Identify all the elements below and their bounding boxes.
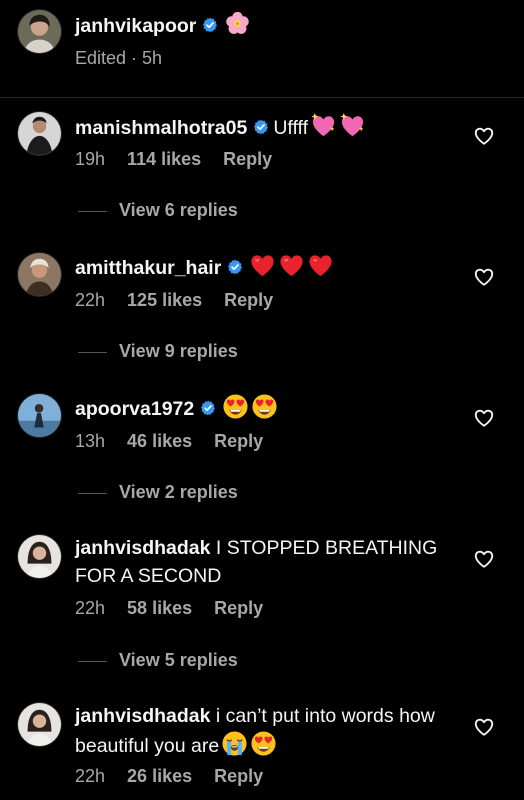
avatar-photo-icon <box>18 253 61 296</box>
red-heart-icon <box>249 252 276 279</box>
likes-count[interactable]: 46 likes <box>127 431 192 452</box>
comment-meta: 22h 58 likes Reply <box>75 598 285 619</box>
comment-text: manishmalhotra05 Uffff <box>75 112 460 142</box>
avatar-photo-icon <box>18 10 61 53</box>
comment-text: janhvisdhadak i can’t put into words how… <box>75 702 460 760</box>
divider-line <box>78 210 107 212</box>
avatar-photo-icon <box>18 112 61 155</box>
comment-username[interactable]: janhvisdhadak <box>75 537 210 559</box>
comment-meta: 13h 46 likes Reply <box>75 431 285 452</box>
like-heart-icon[interactable] <box>473 548 495 570</box>
comment-text: amitthakur_hair <box>75 252 460 282</box>
comment-meta: 19h 114 likes Reply <box>75 149 294 170</box>
avatar-photo-icon <box>18 703 61 746</box>
comment-avatar[interactable] <box>17 111 62 156</box>
like-heart-icon[interactable] <box>473 716 495 738</box>
red-heart-icon <box>278 252 305 279</box>
comment-username[interactable]: apoorva1972 <box>75 398 194 420</box>
caption-meta: Edited · 5h <box>75 48 184 69</box>
comment-avatar[interactable] <box>17 393 62 438</box>
view-replies-button[interactable]: View 6 replies <box>78 200 238 221</box>
verified-badge-icon <box>253 119 269 135</box>
comment-username[interactable]: amitthakur_hair <box>75 257 221 279</box>
avatar-photo-icon <box>18 394 61 437</box>
post-caption: janhvikapoor Edited · 5h <box>0 0 524 98</box>
pink-flower-icon <box>224 10 251 37</box>
comment-avatar[interactable] <box>17 702 62 747</box>
likes-count[interactable]: 26 likes <box>127 766 192 787</box>
comment-meta: 22h 26 likes Reply <box>75 766 285 787</box>
like-heart-icon[interactable] <box>473 125 495 147</box>
likes-count[interactable]: 58 likes <box>127 598 192 619</box>
comment-time: 13h <box>75 431 106 451</box>
view-replies-button[interactable]: View 2 replies <box>78 482 238 503</box>
comment-username[interactable]: manishmalhotra05 <box>75 117 247 139</box>
comment-text: apoorva1972 <box>75 393 460 423</box>
comment-avatar[interactable] <box>17 252 62 297</box>
reply-button[interactable]: Reply <box>214 431 263 452</box>
comment-time: 22h <box>75 766 106 786</box>
view-replies-button[interactable]: View 5 replies <box>78 650 238 671</box>
avatar-photo-icon <box>18 535 61 578</box>
like-heart-icon[interactable] <box>473 407 495 429</box>
heart-eyes-icon <box>250 730 277 757</box>
view-replies-label: View 2 replies <box>119 482 238 502</box>
verified-badge-icon <box>200 400 216 416</box>
comment-avatar[interactable] <box>17 534 62 579</box>
divider-line <box>78 492 107 494</box>
username[interactable]: janhvikapoor <box>75 15 196 37</box>
divider-line <box>78 660 107 662</box>
heart-eyes-icon <box>222 393 249 420</box>
reply-button[interactable]: Reply <box>214 766 263 787</box>
view-replies-button[interactable]: View 9 replies <box>78 341 238 362</box>
reply-button[interactable]: Reply <box>214 598 263 619</box>
caption-line: janhvikapoor <box>75 10 460 40</box>
reply-button[interactable]: Reply <box>224 290 273 311</box>
verified-badge-icon <box>227 259 243 275</box>
view-replies-label: View 9 replies <box>119 341 238 361</box>
red-heart-icon <box>307 252 334 279</box>
comment-username[interactable]: janhvisdhadak <box>75 705 210 727</box>
edited-timestamp: Edited · 5h <box>75 48 163 68</box>
heart-eyes-icon <box>251 393 278 420</box>
verified-badge-icon <box>202 17 218 33</box>
comment-body: Uffff <box>273 117 309 139</box>
comment-text: janhvisdhadak I STOPPED BREATHING FOR A … <box>75 534 460 590</box>
loudly-crying-icon <box>221 730 248 757</box>
likes-count[interactable]: 114 likes <box>127 149 201 170</box>
view-replies-label: View 5 replies <box>119 650 238 670</box>
caption-avatar[interactable] <box>17 9 62 54</box>
comment-time: 22h <box>75 290 106 310</box>
view-replies-label: View 6 replies <box>119 200 238 220</box>
reply-button[interactable]: Reply <box>223 149 272 170</box>
sparkling-heart-icon <box>339 112 366 139</box>
comment-time: 19h <box>75 149 106 169</box>
like-heart-icon[interactable] <box>473 266 495 288</box>
comment-time: 22h <box>75 598 106 618</box>
sparkling-heart-icon <box>310 112 337 139</box>
divider-line <box>78 351 107 353</box>
comment-meta: 22h 125 likes Reply <box>75 290 295 311</box>
likes-count[interactable]: 125 likes <box>127 290 202 311</box>
